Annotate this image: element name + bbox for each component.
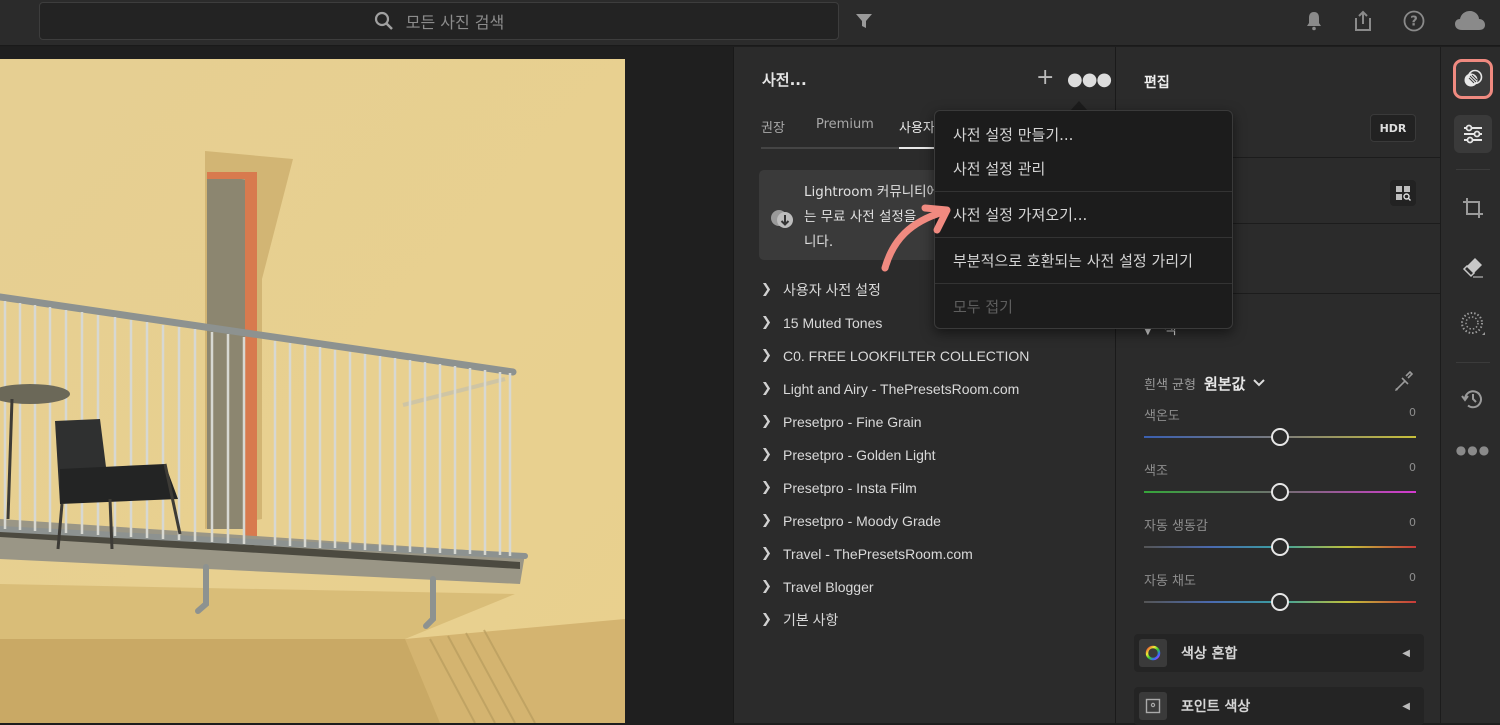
- presets-panel-title: 사전...: [762, 71, 807, 89]
- chevron-down-icon[interactable]: [1253, 376, 1266, 390]
- presets-context-menu: 사전 설정 만들기... 사전 설정 관리 사전 설정 가져오기... 부분적으…: [934, 110, 1233, 329]
- menu-item-create-preset[interactable]: 사전 설정 만들기...: [953, 124, 1073, 145]
- presets-tool-button[interactable]: [1453, 59, 1493, 99]
- search-input[interactable]: 모든 사진 검색: [39, 2, 839, 40]
- tab-premium[interactable]: Premium: [816, 117, 874, 132]
- white-balance-label: 흰색 균형: [1144, 377, 1196, 393]
- triangle-left-icon: ◀: [1402, 647, 1410, 659]
- preset-group[interactable]: ❯ Presetpro - Golden Light: [759, 438, 1029, 471]
- heal-eraser-icon: [1462, 258, 1483, 278]
- slider-thumb[interactable]: [1271, 593, 1289, 611]
- slider-row: 자동 생동감 0: [1144, 515, 1416, 565]
- bell-icon[interactable]: [1301, 8, 1327, 34]
- photo-canvas[interactable]: [0, 47, 733, 723]
- photo-preview: [0, 59, 625, 723]
- preset-group[interactable]: ❯ Travel - ThePresetsRoom.com: [759, 537, 1029, 570]
- chevron-right-icon: ❯: [761, 480, 772, 495]
- divider: [1456, 169, 1490, 170]
- slider-thumb[interactable]: [1271, 428, 1289, 446]
- more-icon: ●●●: [1455, 443, 1491, 457]
- grid-search-icon: [1396, 186, 1411, 201]
- filter-icon[interactable]: [851, 8, 877, 34]
- chevron-right-icon: ❯: [761, 513, 772, 528]
- chevron-right-icon: ❯: [761, 282, 772, 297]
- chevron-right-icon: ❯: [761, 381, 772, 396]
- slider-label: 자동 채도: [1144, 574, 1196, 589]
- preset-group[interactable]: ❯ Presetpro - Moody Grade: [759, 504, 1029, 537]
- slider-thumb[interactable]: [1271, 483, 1289, 501]
- crop-tool-button[interactable]: [1454, 189, 1492, 227]
- cloud-icon[interactable]: [1453, 8, 1487, 34]
- white-balance-row: 흰색 균형 원본값: [1144, 372, 1416, 394]
- more-tools-button[interactable]: ●●●: [1454, 431, 1492, 469]
- hdr-button[interactable]: HDR: [1370, 114, 1416, 142]
- menu-item-manage-presets[interactable]: 사전 설정 관리: [953, 158, 1045, 179]
- menu-item-import-presets[interactable]: 사전 설정 가져오기...: [953, 204, 1087, 225]
- chevron-right-icon: ❯: [761, 546, 772, 561]
- point-color-label: 포인트 색상: [1181, 699, 1251, 715]
- help-icon[interactable]: ?: [1401, 8, 1427, 34]
- chevron-right-icon: ❯: [761, 315, 772, 330]
- slider-row: 색조 0: [1144, 460, 1416, 510]
- chevron-right-icon: ❯: [761, 348, 772, 363]
- slider-value[interactable]: 0: [1409, 516, 1416, 529]
- history-icon: [1461, 390, 1482, 409]
- search-icon: [374, 11, 393, 30]
- color-wheel-icon: [1145, 645, 1161, 661]
- tab-user[interactable]: 사용자: [899, 117, 935, 136]
- presets-icon: [1464, 69, 1483, 87]
- edit-panel-title: 편집: [1144, 75, 1170, 91]
- masking-icon: [1461, 312, 1485, 335]
- svg-text:?: ?: [1410, 15, 1418, 30]
- edit-sliders-icon: [1464, 124, 1482, 144]
- slider-value[interactable]: 0: [1409, 406, 1416, 419]
- slider-thumb[interactable]: [1271, 538, 1289, 556]
- top-bar: 모든 사진 검색 ?: [0, 0, 1500, 46]
- share-icon[interactable]: [1350, 8, 1376, 34]
- point-color-section[interactable]: 포인트 색상 ◀: [1134, 687, 1424, 725]
- menu-divider: [935, 283, 1232, 284]
- add-preset-button[interactable]: +: [1036, 67, 1054, 89]
- menu-item-hide-partially-compatible[interactable]: 부분적으로 호환되는 사전 설정 가리기: [953, 250, 1193, 271]
- profile-browser-button[interactable]: [1390, 180, 1416, 206]
- triangle-left-icon: ◀: [1402, 700, 1410, 712]
- chevron-right-icon: ❯: [761, 414, 772, 429]
- eyedropper-icon[interactable]: [1393, 370, 1414, 397]
- history-button[interactable]: [1454, 380, 1492, 418]
- menu-divider: [935, 191, 1232, 192]
- slider-row: 색온도 0: [1144, 405, 1416, 455]
- slider-label: 색온도: [1144, 409, 1180, 424]
- search-placeholder: 모든 사진 검색: [405, 13, 505, 32]
- tab-recommended[interactable]: 권장: [761, 117, 785, 136]
- heal-tool-button[interactable]: [1454, 248, 1492, 286]
- white-balance-select[interactable]: 원본값: [1204, 373, 1245, 394]
- preset-group[interactable]: ❯ Presetpro - Insta Film: [759, 471, 1029, 504]
- color-mixer-section[interactable]: 색상 혼합 ◀: [1134, 634, 1424, 672]
- edit-tool-button[interactable]: [1454, 115, 1492, 153]
- cloud-download-icon: [771, 210, 793, 228]
- tool-rail: ●●●: [1440, 47, 1500, 723]
- chevron-right-icon: ❯: [761, 579, 772, 594]
- slider-value[interactable]: 0: [1409, 461, 1416, 474]
- chevron-right-icon: ❯: [761, 447, 772, 462]
- slider-label: 자동 생동감: [1144, 519, 1208, 534]
- preset-group[interactable]: ❯ Travel Blogger: [759, 570, 1029, 603]
- preset-group[interactable]: ❯ Light and Airy - ThePresetsRoom.com: [759, 372, 1029, 405]
- color-mixer-label: 색상 혼합: [1181, 646, 1238, 662]
- preset-group[interactable]: ❯ 기본 사항: [759, 603, 1029, 636]
- divider: [1456, 362, 1490, 363]
- slider-label: 색조: [1144, 464, 1168, 479]
- chevron-right-icon: ❯: [761, 612, 772, 627]
- menu-item-collapse-all: 모두 접기: [953, 298, 1013, 316]
- point-color-icon: [1145, 698, 1161, 714]
- crop-icon: [1463, 198, 1483, 218]
- masking-tool-button[interactable]: [1454, 305, 1492, 343]
- more-options-button[interactable]: ●●●: [1067, 69, 1112, 90]
- slider-value[interactable]: 0: [1409, 571, 1416, 584]
- preset-group[interactable]: ❯ C0. FREE LOOKFILTER COLLECTION: [759, 339, 1029, 372]
- preset-group[interactable]: ❯ Presetpro - Fine Grain: [759, 405, 1029, 438]
- menu-divider: [935, 237, 1232, 238]
- slider-row: 자동 채도 0: [1144, 570, 1416, 620]
